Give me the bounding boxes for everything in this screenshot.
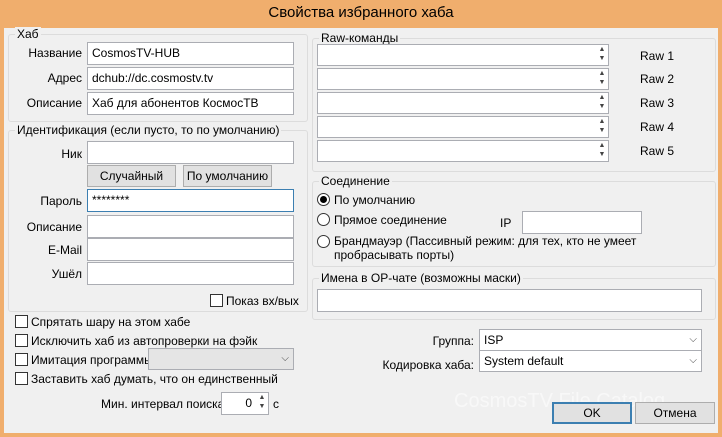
raw5-field[interactable]: ▲ ▼ [317, 140, 609, 162]
search-interval-field[interactable]: 0 ▲ ▼ [221, 392, 269, 415]
nick-field[interactable] [87, 141, 294, 164]
emulation-label: Имитация программы [31, 353, 153, 367]
raw1-label: Raw 1 [640, 49, 675, 63]
hide-share-checkbox[interactable] [15, 315, 28, 328]
away-label: Ушёл [51, 267, 82, 281]
group-value: ISP [484, 333, 504, 347]
chevron-down-icon: ⌵ [281, 353, 289, 364]
show-joins-checkbox[interactable] [210, 294, 223, 307]
nick-label: Ник [61, 147, 82, 161]
scroll-arrows-icon: ▲ ▼ [598, 118, 606, 134]
hub-address-label: Адрес [47, 71, 82, 85]
connection-firewall-label: Брандмауэр (Пассивный режим: для тех, кт… [334, 234, 637, 262]
raw1-field[interactable]: ▲ ▼ [317, 44, 609, 66]
dialog-body: Хаб Название CosmosTV-HUB Адрес dchub://… [4, 27, 718, 433]
ip-label: IP [500, 216, 512, 230]
password-label: Пароль [40, 194, 82, 208]
identity-description-field[interactable] [87, 215, 294, 238]
exclude-check-label: Исключить хаб из автопроверки на фэйк [31, 334, 258, 348]
raw2-label: Raw 2 [640, 72, 675, 86]
hub-group-title: Хаб [15, 27, 41, 41]
random-nick-button[interactable]: Случайный [87, 165, 176, 187]
encoding-label: Кодировка хаба: [382, 358, 475, 372]
raw3-label: Raw 3 [640, 96, 675, 110]
chevron-down-icon: ⌵ [689, 355, 697, 366]
group-label: Группа: [432, 334, 474, 348]
encoding-dropdown[interactable]: System default ⌵ [479, 350, 702, 372]
scroll-arrows-icon: ▲ ▼ [598, 94, 606, 110]
window-title: Свойства избранного хаба [0, 0, 722, 28]
show-joins-label: Показ вх/вых [226, 294, 299, 308]
scroll-arrows-icon: ▲ ▼ [598, 142, 606, 158]
spinner-arrows-icon[interactable]: ▲ ▼ [256, 393, 268, 414]
ip-field[interactable] [522, 211, 642, 234]
connection-direct-radio[interactable] [317, 213, 330, 226]
email-label: E-Mail [47, 243, 82, 257]
hub-description-field[interactable]: Хаб для абонентов КосмосТВ [87, 92, 294, 115]
email-field[interactable] [87, 238, 294, 261]
op-chat-field[interactable] [317, 289, 702, 312]
search-interval-label: Мин. интервал поиска [101, 397, 225, 411]
hide-share-label: Спрятать шару на этом хабе [31, 315, 191, 329]
search-interval-value: 0 [245, 396, 252, 410]
raw-commands-title: Raw-команды [319, 31, 401, 45]
password-field[interactable]: ******** [87, 189, 294, 212]
identity-group-title: Идентификация (если пусто, то по умолчан… [15, 123, 282, 137]
raw3-field[interactable]: ▲ ▼ [317, 92, 609, 114]
connection-direct-label: Прямое соединение [334, 213, 447, 227]
connection-default-radio[interactable] [317, 193, 330, 206]
connection-title: Соединение [319, 174, 392, 188]
away-field[interactable] [87, 262, 294, 285]
connection-firewall-radio[interactable] [317, 235, 330, 248]
raw5-label: Raw 5 [640, 144, 675, 158]
hub-name-field[interactable]: CosmosTV-HUB [87, 42, 294, 65]
op-chat-title: Имена в OP-чате (возможны маски) [319, 271, 523, 285]
hub-address-field[interactable]: dchub://dc.cosmostv.tv [87, 67, 294, 90]
raw4-label: Raw 4 [640, 120, 675, 134]
hub-description-label: Описание [26, 96, 82, 110]
emulation-dropdown: ⌵ [148, 348, 294, 370]
raw2-field[interactable]: ▲ ▼ [317, 68, 609, 90]
emulation-checkbox[interactable] [15, 353, 28, 366]
scroll-arrows-icon: ▲ ▼ [598, 70, 606, 86]
only-hub-checkbox[interactable] [15, 372, 28, 385]
exclude-check-checkbox[interactable] [15, 334, 28, 347]
default-nick-button[interactable]: По умолчанию [183, 165, 272, 187]
encoding-value: System default [484, 354, 564, 368]
only-hub-label: Заставить хаб думать, что он единственны… [31, 372, 278, 386]
hub-name-label: Название [28, 46, 82, 60]
chevron-down-icon: ⌵ [689, 334, 697, 345]
search-interval-unit: с [273, 397, 279, 411]
ok-button[interactable]: OK [552, 402, 632, 424]
connection-default-label: По умолчанию [334, 193, 416, 207]
identity-description-label: Описание [26, 220, 82, 234]
scroll-arrows-icon: ▲ ▼ [598, 46, 606, 62]
cancel-button[interactable]: Отмена [635, 402, 715, 424]
group-dropdown[interactable]: ISP ⌵ [479, 329, 702, 351]
raw4-field[interactable]: ▲ ▼ [317, 116, 609, 138]
